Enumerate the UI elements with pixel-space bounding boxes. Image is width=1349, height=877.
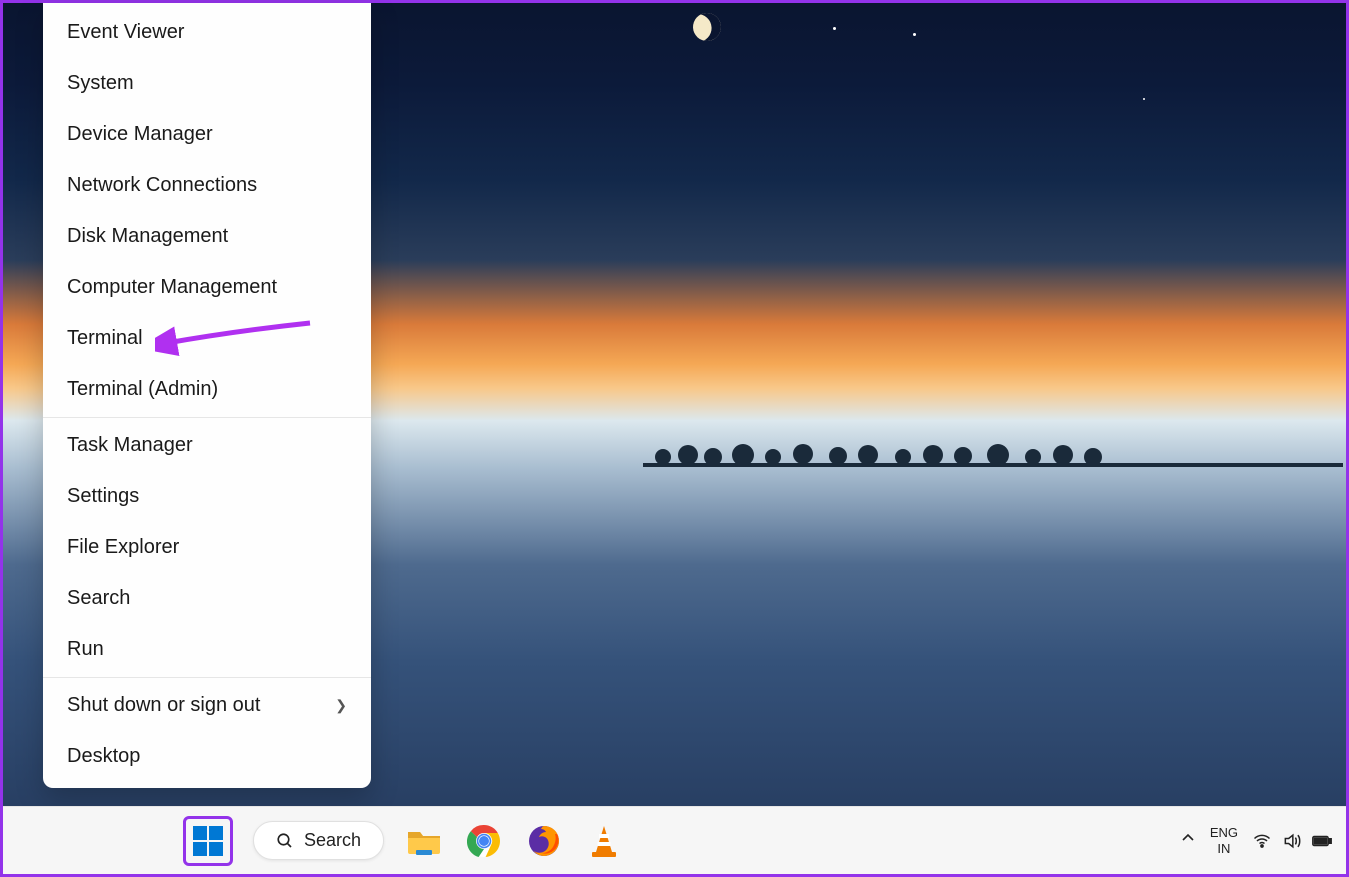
menu-item-settings[interactable]: Settings	[43, 471, 371, 522]
menu-label: Network Connections	[67, 174, 257, 197]
system-tray[interactable]	[1252, 831, 1332, 851]
taskbar-app-vlc[interactable]	[584, 821, 624, 861]
menu-label: Run	[67, 638, 104, 661]
speaker-icon	[1282, 831, 1302, 851]
search-icon	[276, 832, 294, 850]
menu-label: Terminal (Admin)	[67, 378, 218, 401]
menu-label: Task Manager	[67, 434, 193, 457]
battery-icon	[1312, 831, 1332, 851]
vlc-cone-icon	[588, 824, 620, 858]
menu-label: Computer Management	[67, 276, 277, 299]
menu-item-device-manager[interactable]: Device Manager	[43, 109, 371, 160]
menu-label: Shut down or sign out	[67, 694, 260, 717]
menu-label: Search	[67, 587, 130, 610]
firefox-icon	[527, 824, 561, 858]
menu-item-run[interactable]: Run	[43, 624, 371, 675]
taskbar: Search	[3, 806, 1346, 874]
menu-item-file-explorer[interactable]: File Explorer	[43, 522, 371, 573]
lang-top: ENG	[1210, 825, 1238, 841]
menu-item-task-manager[interactable]: Task Manager	[43, 420, 371, 471]
chevron-up-icon	[1180, 830, 1196, 846]
star-icon	[1143, 98, 1145, 100]
search-label: Search	[304, 830, 361, 851]
wifi-icon	[1252, 831, 1272, 851]
taskbar-app-file-explorer[interactable]	[404, 821, 444, 861]
star-icon	[833, 27, 836, 30]
search-button[interactable]: Search	[253, 821, 384, 860]
start-button[interactable]	[183, 816, 233, 866]
folder-icon	[406, 826, 442, 856]
menu-separator	[43, 677, 371, 678]
moon-icon	[688, 8, 725, 45]
menu-item-terminal-admin[interactable]: Terminal (Admin)	[43, 364, 371, 415]
language-indicator[interactable]: ENG IN	[1210, 825, 1238, 856]
menu-label: Desktop	[67, 745, 140, 768]
taskbar-app-firefox[interactable]	[524, 821, 564, 861]
menu-item-terminal[interactable]: Terminal	[43, 313, 371, 364]
menu-label: System	[67, 72, 134, 95]
taskbar-app-chrome[interactable]	[464, 821, 504, 861]
menu-label: Terminal	[67, 327, 143, 350]
tree-silhouette	[643, 433, 1343, 467]
menu-label: File Explorer	[67, 536, 179, 559]
menu-separator	[43, 417, 371, 418]
menu-item-network-connections[interactable]: Network Connections	[43, 160, 371, 211]
tray-overflow-button[interactable]	[1180, 830, 1196, 851]
menu-item-desktop[interactable]: Desktop	[43, 731, 371, 782]
chevron-right-icon: ❯	[335, 697, 347, 714]
desktop-wallpaper[interactable]: Event Viewer System Device Manager Netwo…	[3, 3, 1346, 806]
lang-bottom: IN	[1210, 841, 1238, 857]
menu-item-event-viewer[interactable]: Event Viewer	[43, 7, 371, 58]
menu-item-system[interactable]: System	[43, 58, 371, 109]
menu-item-search[interactable]: Search	[43, 573, 371, 624]
star-icon	[913, 33, 916, 36]
menu-label: Settings	[67, 485, 139, 508]
menu-item-computer-management[interactable]: Computer Management	[43, 262, 371, 313]
menu-item-shutdown-signout[interactable]: Shut down or sign out ❯	[43, 680, 371, 731]
menu-label: Event Viewer	[67, 21, 184, 44]
menu-label: Device Manager	[67, 123, 213, 146]
windows-logo-icon	[193, 826, 223, 856]
menu-label: Disk Management	[67, 225, 228, 248]
chrome-icon	[467, 824, 501, 858]
winx-context-menu: Event Viewer System Device Manager Netwo…	[43, 3, 371, 788]
menu-item-disk-management[interactable]: Disk Management	[43, 211, 371, 262]
